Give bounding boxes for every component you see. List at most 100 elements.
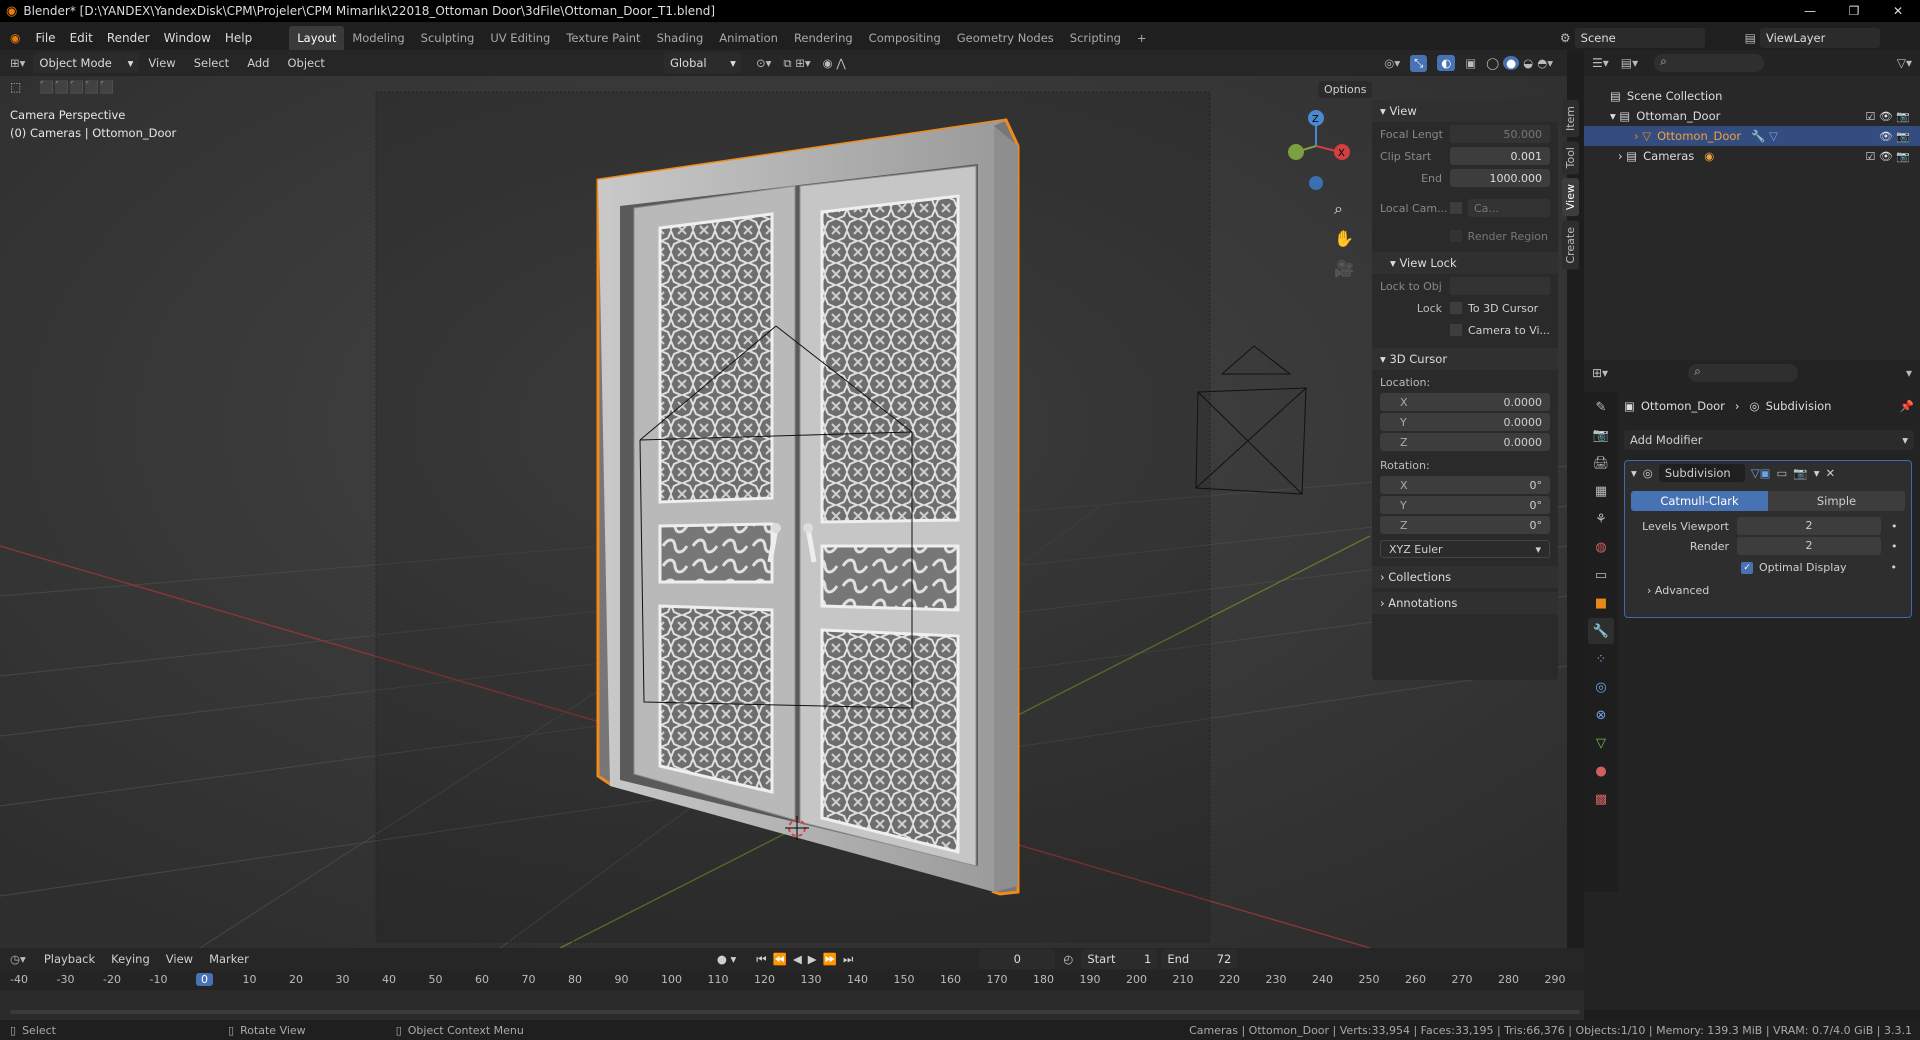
keyframe-dot-icon[interactable]: • bbox=[1891, 540, 1898, 553]
particles-tab-icon[interactable]: ⁘ bbox=[1588, 646, 1614, 672]
select-box-icon[interactable]: ⬚ bbox=[10, 80, 21, 94]
overlay-toggle-icon[interactable]: ◐ bbox=[1437, 55, 1456, 71]
blender-menu-icon[interactable]: ◉ bbox=[0, 31, 28, 45]
wireframe-shading-icon[interactable]: ◯ bbox=[1486, 56, 1499, 70]
modifier-name-field[interactable]: Subdivision bbox=[1658, 464, 1745, 482]
tab-shading[interactable]: Shading bbox=[649, 26, 712, 50]
select-mode-icon[interactable]: ⬛⬛⬛⬛⬛ bbox=[39, 80, 114, 94]
collapse-chevron-icon[interactable]: ▾ bbox=[1631, 466, 1637, 480]
timeline[interactable]: -40 -30 -20 -10 0 10 20 30 40 50 60 70 80 90 100 110 120… bbox=[0, 970, 1584, 1020]
material-tab-icon[interactable]: ● bbox=[1588, 758, 1614, 784]
scene-field[interactable]: Scene bbox=[1574, 28, 1705, 48]
camera-view-icon[interactable]: 🎥 bbox=[1334, 254, 1354, 284]
material-shading-icon[interactable]: ◒ bbox=[1523, 56, 1533, 70]
door-model[interactable] bbox=[596, 118, 1020, 896]
collections-header[interactable]: › Collections bbox=[1372, 566, 1558, 588]
cursor-rot-x[interactable]: X 0° bbox=[1380, 476, 1550, 494]
tab-compositing[interactable]: Compositing bbox=[861, 26, 949, 50]
gizmo-toggle-icon[interactable]: ⤡ bbox=[1410, 54, 1428, 72]
timeline-scrollbar[interactable] bbox=[10, 1010, 1580, 1014]
start-frame-field[interactable]: Start 1 bbox=[1081, 949, 1158, 969]
render-region-checkbox[interactable] bbox=[1449, 230, 1462, 242]
pin-icon[interactable]: 📌 bbox=[1900, 399, 1914, 413]
add-workspace-button[interactable]: + bbox=[1129, 26, 1155, 50]
viewport-menu-select[interactable]: Select bbox=[185, 56, 238, 70]
visibility-icons[interactable]: ☑ 👁 📷 bbox=[1865, 110, 1910, 123]
maximize-button[interactable]: ❐ bbox=[1832, 0, 1876, 22]
display-mode-icon[interactable]: ▤▾ bbox=[1621, 56, 1638, 70]
texture-tab-icon[interactable]: ▩ bbox=[1588, 786, 1614, 812]
xray-icon[interactable]: ▣ bbox=[1465, 56, 1476, 70]
tab-animation[interactable]: Animation bbox=[711, 26, 786, 50]
menu-edit[interactable]: Edit bbox=[63, 31, 100, 45]
zoom-icon[interactable]: ⌕ bbox=[1334, 194, 1354, 224]
viewport-menu-add[interactable]: Add bbox=[238, 56, 278, 70]
options-button[interactable]: Options bbox=[1318, 81, 1373, 98]
render-toggle-icon[interactable]: 📷 bbox=[1793, 466, 1807, 480]
minimize-button[interactable]: — bbox=[1788, 0, 1832, 22]
euler-select[interactable]: XYZ Euler ▾ bbox=[1380, 540, 1550, 558]
properties-editor-icon[interactable]: ⊞▾ bbox=[1592, 366, 1608, 380]
timeline-menu-playback[interactable]: Playback bbox=[36, 952, 103, 966]
menu-render[interactable]: Render bbox=[100, 31, 157, 45]
mode-select[interactable]: Object Mode ▾ bbox=[33, 53, 140, 73]
visibility-icon[interactable]: ◎▾ bbox=[1384, 56, 1400, 70]
output-tab-icon[interactable]: 🖨 bbox=[1588, 450, 1614, 476]
tab-texture-paint[interactable]: Texture Paint bbox=[558, 26, 648, 50]
tab-modeling[interactable]: Modeling bbox=[344, 26, 412, 50]
tab-uv-editing[interactable]: UV Editing bbox=[482, 26, 558, 50]
3d-cursor-header[interactable]: ▾ 3D Cursor bbox=[1372, 348, 1558, 370]
tab-item[interactable]: Item bbox=[1562, 100, 1579, 138]
tab-tool[interactable]: Tool bbox=[1562, 141, 1579, 175]
local-camera-checkbox[interactable] bbox=[1450, 202, 1462, 214]
scene-icon[interactable]: ⚙ bbox=[1560, 31, 1571, 45]
lock-to-object-field[interactable] bbox=[1450, 277, 1550, 295]
playback-controls[interactable]: ⏮⏪◀▶⏩⏭ bbox=[756, 952, 859, 967]
outliner-editor-icon[interactable]: ☰▾ bbox=[1592, 56, 1609, 70]
cursor-loc-z[interactable]: Z 0.0000 bbox=[1380, 433, 1550, 451]
view-layer-icon[interactable]: ▤ bbox=[1745, 31, 1756, 45]
constraints-tab-icon[interactable]: ⊗ bbox=[1588, 702, 1614, 728]
render-levels-field[interactable]: 2 bbox=[1737, 537, 1881, 555]
current-frame-field[interactable]: 0 bbox=[979, 949, 1056, 969]
modifier-tab-icon[interactable]: 🔧 bbox=[1588, 618, 1614, 644]
editor-type-icon[interactable]: ⊞▾ bbox=[10, 56, 25, 70]
visibility-icons[interactable]: 👁 📷 bbox=[1879, 130, 1910, 143]
tab-rendering[interactable]: Rendering bbox=[786, 26, 861, 50]
solid-shading-icon[interactable]: ● bbox=[1503, 56, 1520, 70]
end-frame-field[interactable]: End 72 bbox=[1161, 949, 1238, 969]
tab-layout[interactable]: Layout bbox=[289, 26, 345, 50]
menu-help[interactable]: Help bbox=[218, 31, 259, 45]
viewport-menu-object[interactable]: Object bbox=[278, 56, 333, 70]
optimal-display-checkbox[interactable]: ✓ bbox=[1741, 561, 1753, 574]
outliner-search-input[interactable]: ⌕ bbox=[1654, 54, 1765, 72]
render-tab-icon[interactable]: 📷 bbox=[1588, 422, 1614, 448]
outliner-item-ottoman-door[interactable]: ▾ ▤ Ottoman_Door ☑ 👁 📷 bbox=[1584, 106, 1920, 126]
timeline-menu-keying[interactable]: Keying bbox=[103, 952, 158, 966]
keyframe-dot-icon[interactable]: • bbox=[1891, 520, 1898, 533]
levels-viewport-field[interactable]: 2 bbox=[1737, 517, 1881, 535]
menu-file[interactable]: File bbox=[28, 31, 62, 45]
outliner-item-ottomon-door[interactable]: › ▽ Ottomon_Door 🔧 ▽ 👁 📷 bbox=[1584, 126, 1920, 146]
pivot-icon[interactable]: ⊙▾ bbox=[756, 56, 771, 70]
catmull-clark-button[interactable]: Catmull-Clark bbox=[1631, 491, 1768, 511]
viewport-toggle-icon[interactable]: ▭ bbox=[1777, 466, 1788, 480]
tab-geometry-nodes[interactable]: Geometry Nodes bbox=[949, 26, 1062, 50]
rendered-shading-icon[interactable]: ◓▾ bbox=[1537, 56, 1553, 70]
scene-collection-row[interactable]: ▤ Scene Collection bbox=[1584, 86, 1920, 106]
to-3d-cursor-checkbox[interactable] bbox=[1450, 302, 1462, 314]
advanced-section[interactable]: › Advanced bbox=[1625, 584, 1911, 597]
visibility-icons[interactable]: ☑ 👁 📷 bbox=[1865, 150, 1910, 163]
scene-tab-icon[interactable]: ⚘ bbox=[1588, 506, 1614, 532]
object-tab-icon[interactable]: ■ bbox=[1588, 590, 1614, 616]
view-layer-field[interactable]: ViewLayer bbox=[1760, 28, 1880, 48]
timeline-ruler[interactable]: -40 -30 -20 -10 0 10 20 30 40 50 60 70 80 90 100 110 120… bbox=[0, 970, 1584, 990]
add-modifier-button[interactable]: Add Modifier ▾ bbox=[1624, 430, 1914, 450]
timeline-menu-marker[interactable]: Marker bbox=[201, 952, 257, 966]
outliner-item-cameras[interactable]: › ▤ Cameras ◉ ☑ 👁 📷 bbox=[1584, 146, 1920, 166]
viewport-menu-view[interactable]: View bbox=[139, 56, 184, 70]
tab-sculpting[interactable]: Sculpting bbox=[413, 26, 483, 50]
focal-length-field[interactable]: 50.000 bbox=[1450, 125, 1550, 143]
cursor-loc-x[interactable]: X 0.0000 bbox=[1380, 393, 1550, 411]
orientation-select[interactable]: Global ▾ bbox=[663, 53, 742, 73]
